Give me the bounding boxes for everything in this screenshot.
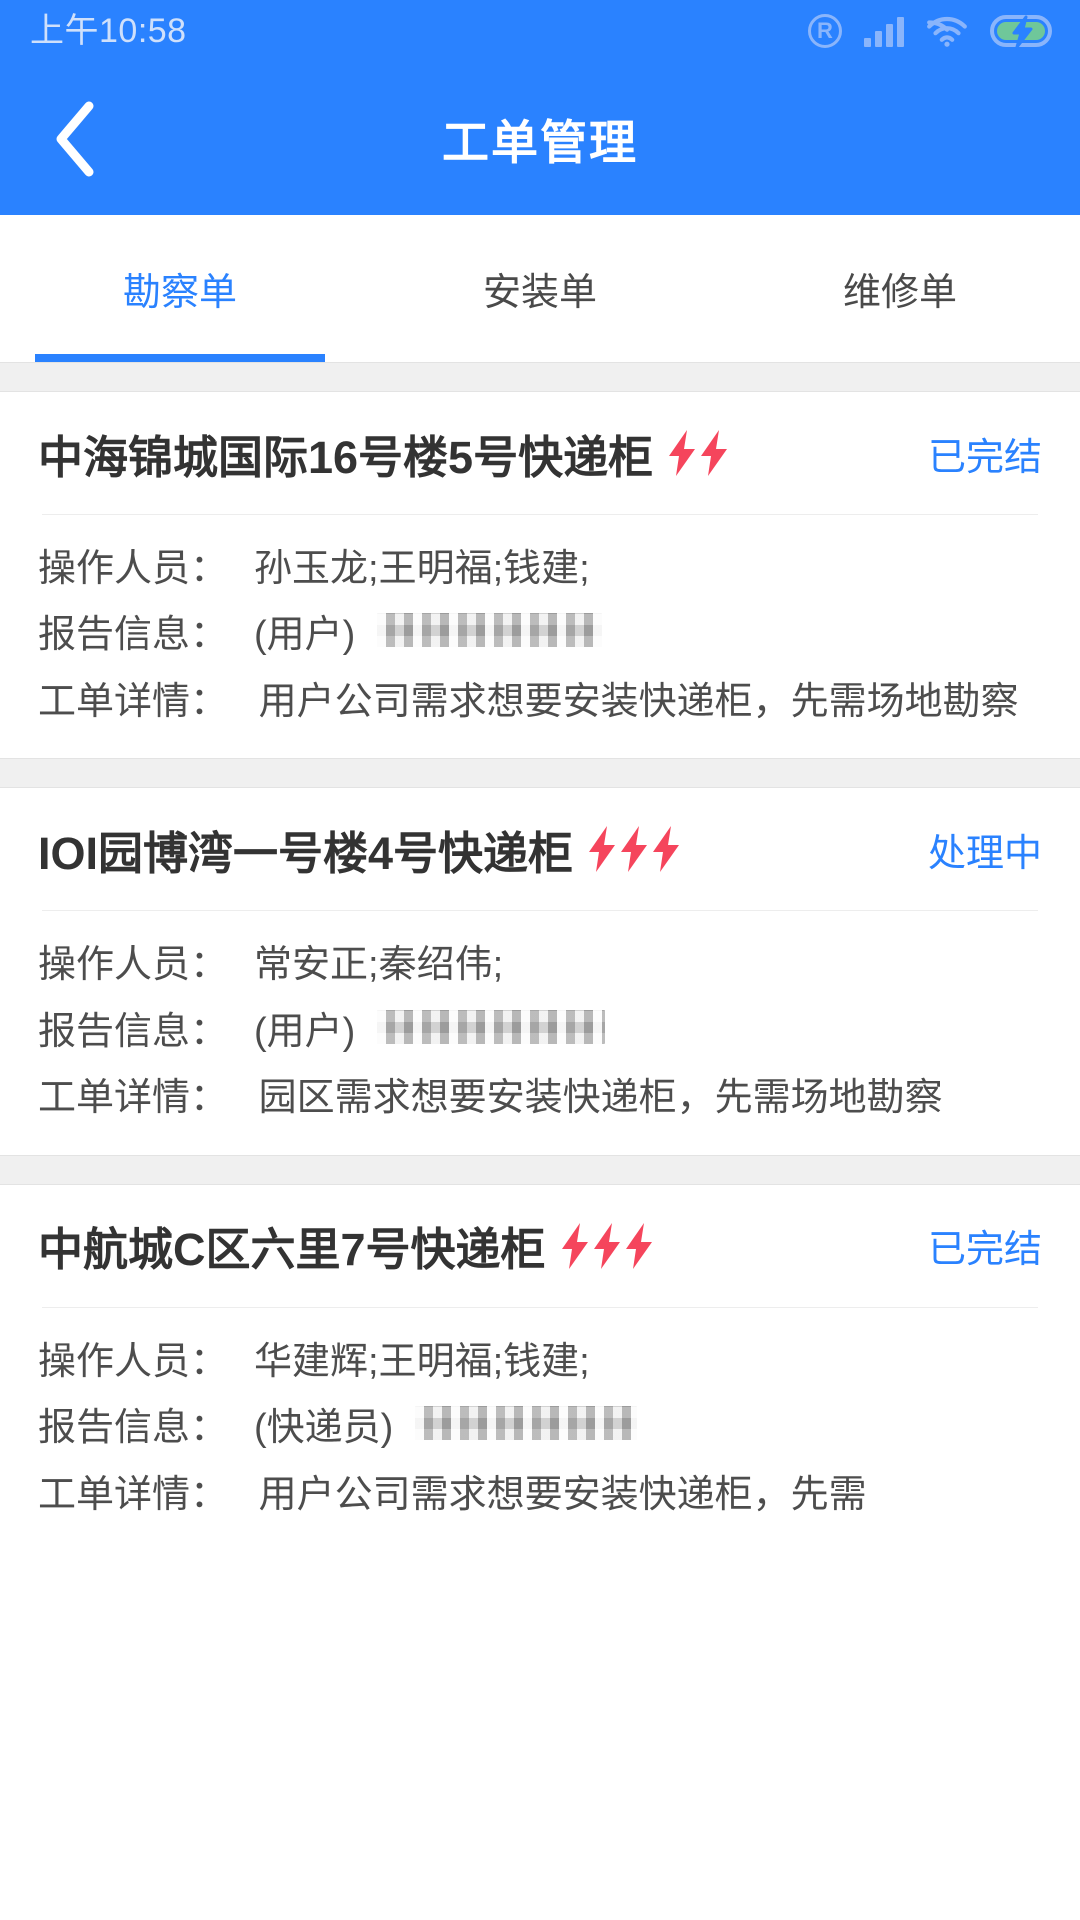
status-badge: 已完结 <box>927 1229 1042 1272</box>
lightning-bolt-icon <box>593 1222 620 1269</box>
priority-bolts <box>587 826 681 873</box>
redacted-report-content <box>377 613 603 648</box>
lightning-bolt-icon <box>653 826 680 873</box>
tab-repair-orders[interactable]: 维修单 <box>720 215 1080 362</box>
work-order-title: IOI园博湾一号楼4号快递柜 <box>38 827 574 879</box>
signal-icon <box>864 15 904 47</box>
status-badge: 处理中 <box>927 832 1042 875</box>
status-bar: 上午10:58 R <box>0 0 1080 62</box>
wifi-icon <box>927 16 967 47</box>
operator-value: 华建辉;王明福;钱建; <box>254 1340 590 1383</box>
report-row: 报告信息： (用户) <box>38 1006 1042 1058</box>
lightning-bolt-icon <box>589 826 616 873</box>
operator-label: 操作人员： <box>38 944 229 987</box>
card-body: 操作人员： 常安正;秦绍伟; 报告信息： (用户) 工单详情： 园区需求想要安装… <box>38 911 1042 1154</box>
report-label: 报告信息： <box>38 1010 229 1053</box>
detail-label: 工单详情： <box>38 1473 229 1516</box>
lightning-bolt-icon <box>625 1222 652 1269</box>
operator-row: 操作人员： 孙玉龙;王明福;钱建; <box>38 543 1042 595</box>
report-label: 报告信息： <box>38 614 229 657</box>
card-body: 操作人员： 华建辉;王明福;钱建; 报告信息： (快递员) 工单详情： 用户公司… <box>38 1308 1042 1551</box>
work-order-title: 中海锦城国际16号楼5号快递柜 <box>38 431 654 483</box>
lightning-bolt-icon <box>669 430 696 476</box>
battery-charging-icon <box>990 15 1052 47</box>
work-order-card[interactable]: 中海锦城国际16号楼5号快递柜 已完结 操作人员： 孙玉龙;王明福;钱建; 报告… <box>0 392 1080 759</box>
report-role: (用户) <box>254 614 356 657</box>
tab-installation-orders[interactable]: 安装单 <box>360 215 720 362</box>
detail-value: 园区需求想要安装快递柜，先需场地勘察 <box>258 1077 943 1120</box>
list-separator <box>0 1154 1080 1185</box>
detail-label: 工单详情： <box>38 1077 229 1120</box>
detail-value: 用户公司需求想要安装快递柜，先需 <box>258 1473 867 1516</box>
operator-label: 操作人员： <box>38 548 229 590</box>
page-title: 工单管理 <box>442 116 638 169</box>
registered-icon: R <box>808 14 842 48</box>
work-order-card[interactable]: IOI园博湾一号楼4号快递柜 处理中 操作人员： 常安正;秦绍伟; 报告信息： … <box>0 788 1080 1155</box>
lightning-bolt-icon <box>561 1222 588 1269</box>
lightning-bolt-icon <box>621 826 648 873</box>
work-order-card[interactable]: 中航城C区六里7号快递柜 已完结 操作人员： 华建辉;王明福;钱建; 报告信息：… <box>0 1184 1080 1551</box>
list-separator <box>0 758 1080 789</box>
report-role: (快递员) <box>254 1407 394 1450</box>
lightning-bolt-icon <box>701 430 728 476</box>
tab-bar: 勘察单 安装单 维修单 <box>0 215 1080 362</box>
card-header: 中航城C区六里7号快递柜 已完结 <box>38 1185 1042 1307</box>
back-button[interactable] <box>30 94 120 184</box>
operator-value: 常安正;秦绍伟; <box>254 944 504 987</box>
operator-row: 操作人员： 常安正;秦绍伟; <box>38 939 1042 991</box>
list-separator <box>0 362 1080 392</box>
tab-label: 安装单 <box>482 272 597 314</box>
tab-label: 维修单 <box>842 272 957 314</box>
report-row: 报告信息： (用户) <box>38 609 1042 661</box>
redacted-report-content <box>377 1009 606 1044</box>
operator-value: 孙玉龙;王明福;钱建; <box>254 548 590 590</box>
detail-row: 工单详情： 园区需求想要安装快递柜，先需场地勘察 <box>38 1072 1042 1124</box>
card-header: 中海锦城国际16号楼5号快递柜 已完结 <box>38 392 1042 514</box>
detail-value: 用户公司需求想要安装快递柜，先需场地勘察 <box>258 680 1019 723</box>
tab-survey-orders[interactable]: 勘察单 <box>0 215 360 362</box>
work-order-title: 中航城C区六里7号快递柜 <box>38 1224 546 1276</box>
status-bar-clock: 上午10:58 <box>30 12 187 50</box>
priority-bolts <box>667 430 729 476</box>
status-bar-icons: R <box>808 14 1052 48</box>
operator-label: 操作人员： <box>38 1340 229 1383</box>
work-order-list: 中海锦城国际16号楼5号快递柜 已完结 操作人员： 孙玉龙;王明福;钱建; 报告… <box>0 362 1080 1551</box>
card-header: IOI园博湾一号楼4号快递柜 处理中 <box>38 788 1042 910</box>
card-body: 操作人员： 孙玉龙;王明福;钱建; 报告信息： (用户) 工单详情： 用户公司需… <box>38 515 1042 758</box>
app-bar: 工单管理 <box>0 62 1080 215</box>
report-row: 报告信息： (快递员) <box>38 1402 1042 1454</box>
priority-bolts <box>560 1222 654 1269</box>
report-label: 报告信息： <box>38 1407 229 1450</box>
detail-row: 工单详情： 用户公司需求想要安装快递柜，先需场地勘察 <box>38 676 1042 728</box>
tab-label: 勘察单 <box>122 272 237 314</box>
status-badge: 已完结 <box>927 436 1042 479</box>
redacted-report-content <box>415 1406 638 1441</box>
detail-row: 工单详情： 用户公司需求想要安装快递柜，先需 <box>38 1469 1042 1521</box>
chevron-left-icon <box>56 101 94 176</box>
detail-label: 工单详情： <box>38 680 229 723</box>
operator-row: 操作人员： 华建辉;王明福;钱建; <box>38 1336 1042 1388</box>
report-role: (用户) <box>254 1010 356 1053</box>
